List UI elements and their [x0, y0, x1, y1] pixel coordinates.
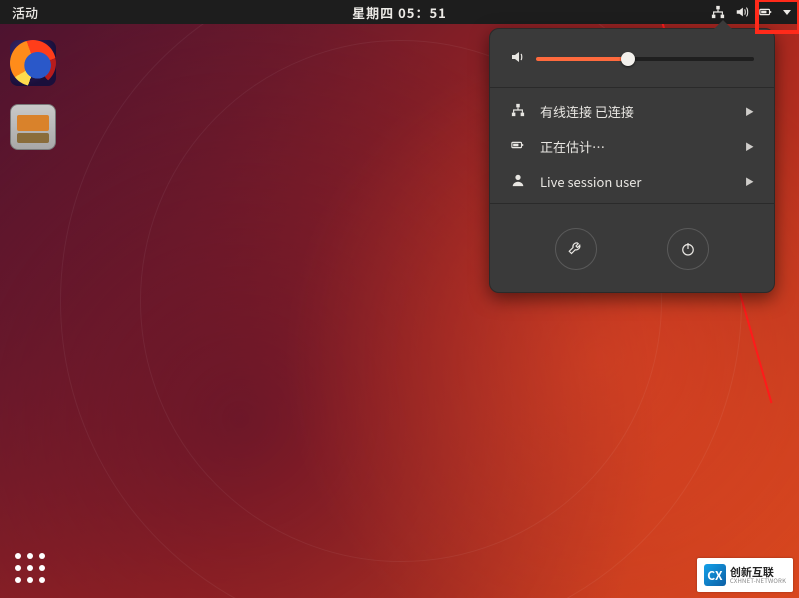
- battery-icon: [759, 5, 773, 19]
- watermark-logo: CX: [704, 564, 726, 586]
- activities-button[interactable]: 活动: [0, 3, 50, 22]
- volume-icon: [735, 5, 749, 19]
- menu-item-user[interactable]: Live session user ▶: [490, 164, 774, 199]
- watermark-en: CXHNET-NETWORK: [730, 578, 786, 584]
- show-applications-button[interactable]: [12, 550, 48, 586]
- clock[interactable]: 星期四 05：51: [352, 3, 447, 22]
- menu-item-label: 正在估计…: [540, 137, 731, 156]
- chevron-right-icon: ▶: [745, 175, 754, 188]
- menu-item-battery[interactable]: 正在估计… ▶: [490, 129, 774, 164]
- dock: [10, 40, 56, 150]
- battery-icon: [510, 137, 526, 156]
- dock-icon-file-manager[interactable]: [10, 104, 56, 150]
- power-icon: [679, 240, 697, 258]
- top-bar: 活动 星期四 05：51: [0, 0, 799, 24]
- watermark: CX 创新互联 CXHNET-NETWORK: [697, 558, 793, 592]
- settings-button[interactable]: [555, 228, 597, 270]
- power-button[interactable]: [667, 228, 709, 270]
- chevron-right-icon: ▶: [745, 140, 754, 153]
- volume-slider-thumb[interactable]: [621, 52, 635, 66]
- network-wired-icon: [711, 5, 725, 19]
- chevron-down-icon: [783, 10, 791, 15]
- user-icon: [510, 172, 526, 191]
- volume-icon: [510, 49, 526, 69]
- menu-item-network[interactable]: 有线连接 已连接 ▶: [490, 94, 774, 129]
- system-menu-popover: 有线连接 已连接 ▶ 正在估计… ▶ Live session user ▶: [489, 28, 775, 293]
- wrench-icon: [567, 240, 585, 258]
- separator: [490, 87, 774, 88]
- dock-icon-firefox[interactable]: [10, 40, 56, 86]
- menu-item-label: 有线连接 已连接: [540, 102, 731, 121]
- separator: [490, 203, 774, 204]
- chevron-right-icon: ▶: [745, 105, 754, 118]
- menu-item-label: Live session user: [540, 172, 731, 191]
- volume-row: [490, 45, 774, 83]
- action-button-row: [490, 210, 774, 274]
- network-wired-icon: [510, 102, 526, 121]
- volume-slider[interactable]: [536, 57, 754, 61]
